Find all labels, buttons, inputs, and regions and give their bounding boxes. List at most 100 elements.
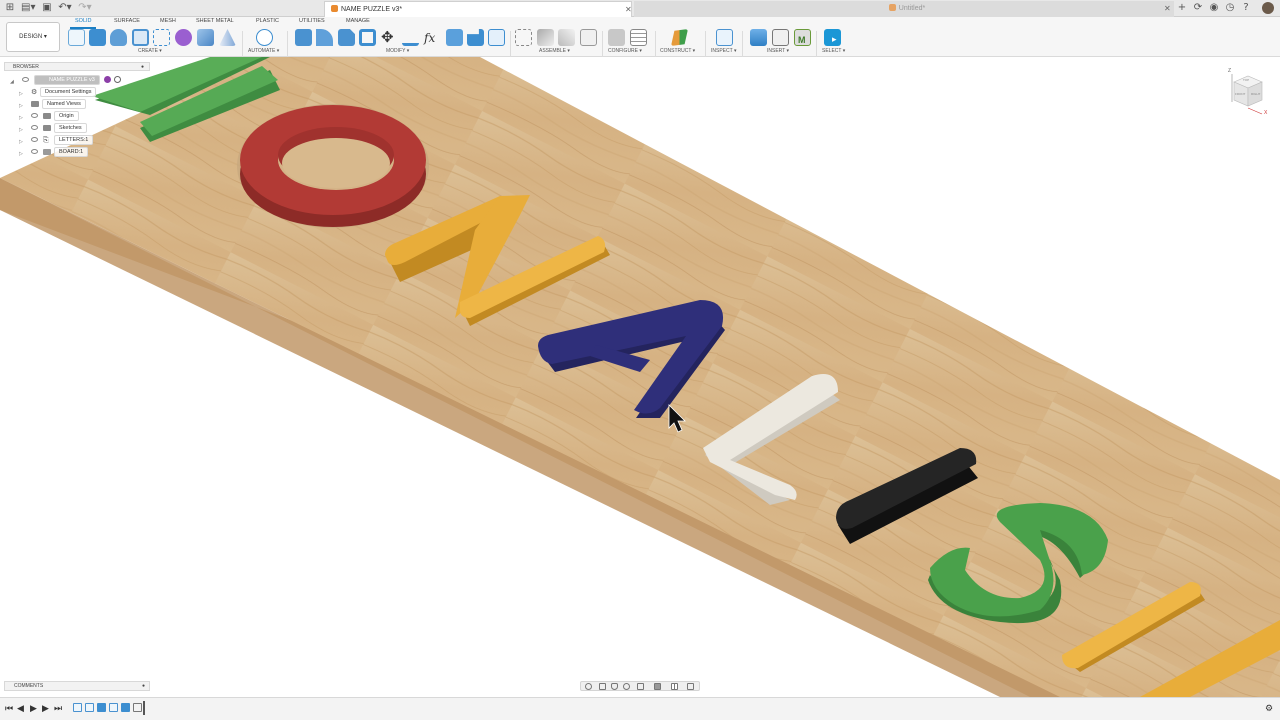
configure-icon[interactable] (608, 29, 625, 46)
comments-expand-icon[interactable]: ● (142, 682, 145, 691)
orbit-icon[interactable] (585, 683, 592, 690)
configure-group-label[interactable]: CONFIGURE ▾ (608, 48, 642, 54)
modify-group-label[interactable]: MODIFY ▾ (386, 48, 409, 54)
pan-icon[interactable] (611, 683, 618, 690)
browser-header[interactable]: BROWSER ● (4, 62, 150, 71)
model-viewport[interactable] (0, 57, 1280, 697)
insert-mcmaster-icon[interactable]: M (794, 29, 811, 46)
visibility-eye-icon[interactable] (31, 149, 38, 154)
browser-item-board[interactable]: ▷ BOARD:1 (4, 147, 150, 157)
pyramid-icon[interactable] (219, 29, 236, 46)
shell-icon[interactable] (359, 29, 376, 46)
expand-triangle-icon[interactable]: ▷ (19, 149, 23, 159)
tab-surface[interactable]: SURFACE (114, 18, 140, 24)
expand-triangle-icon[interactable]: ▷ (19, 113, 23, 123)
expand-triangle-icon[interactable]: ▷ (19, 125, 23, 135)
tab-untitled[interactable]: Untitled* ✕ (634, 1, 1174, 17)
parameters-icon[interactable]: fx (424, 29, 441, 46)
timeline-marker[interactable] (143, 701, 145, 715)
visibility-eye-icon[interactable] (22, 77, 29, 82)
go-to-start-icon[interactable]: ⏮ (5, 704, 13, 714)
tab-manage[interactable]: MANAGE (346, 18, 370, 24)
inspect-group-label[interactable]: INSPECT ▾ (711, 48, 736, 54)
tab-plastic[interactable]: PLASTIC (256, 18, 279, 24)
save-icon[interactable]: ▣ (42, 3, 52, 13)
timeline-sketch-icon[interactable] (85, 703, 94, 712)
undo-icon[interactable]: ↶▾ (58, 3, 72, 13)
browser-item-letters[interactable]: ▷ ⎘ LETTERS:1 (4, 135, 150, 145)
avatar[interactable] (1262, 2, 1274, 14)
display-settings-icon[interactable] (654, 683, 661, 690)
tab-utilities[interactable]: UTILITIES (299, 18, 325, 24)
step-forward-icon[interactable]: ▶ (42, 704, 49, 714)
align-icon[interactable] (402, 29, 419, 46)
timeline-sketch-icon[interactable] (109, 703, 118, 712)
file-menu-icon[interactable]: ▤▾ (21, 3, 35, 13)
tab-sheet-metal[interactable]: SHEET METAL (196, 18, 234, 24)
browser-item-document-settings[interactable]: ▷ ⚙ Document Settings (4, 87, 150, 97)
new-tab-icon[interactable]: + (1177, 3, 1187, 13)
viewports-icon[interactable] (687, 683, 694, 690)
revolve-icon[interactable] (110, 29, 127, 46)
joint-icon[interactable] (537, 29, 554, 46)
clock-icon[interactable]: ◷ (1225, 3, 1235, 13)
create-form-icon[interactable] (197, 29, 214, 46)
play-icon[interactable]: ▶ (30, 704, 37, 714)
new-component-icon[interactable] (515, 29, 532, 46)
letter-red-o[interactable] (237, 104, 429, 228)
automate-icon[interactable] (256, 29, 273, 46)
browser-item-sketches[interactable]: ▷ Sketches (4, 123, 150, 133)
expand-triangle-icon[interactable]: ▷ (19, 137, 23, 147)
browser-collapse-icon[interactable]: ● (141, 63, 144, 71)
sync-icon[interactable]: ⟳ (1193, 3, 1203, 13)
visibility-eye-icon[interactable] (31, 125, 38, 130)
timeline-combine-icon[interactable] (133, 703, 142, 712)
construct-group-label[interactable]: CONSTRUCT ▾ (660, 48, 695, 54)
grid-settings-icon[interactable] (671, 683, 678, 690)
insert-group-label[interactable]: INSERT ▾ (767, 48, 789, 54)
timeline-extrude-icon[interactable] (121, 703, 130, 712)
fit-icon[interactable] (637, 683, 644, 690)
move-icon[interactable]: ✥ (381, 29, 398, 46)
insert-image-icon[interactable] (750, 29, 767, 46)
create-group-label[interactable]: CREATE ▾ (138, 48, 162, 54)
collapse-triangle-icon[interactable]: ◢ (10, 77, 14, 87)
assemble-group-label[interactable]: ASSEMBLE ▾ (539, 48, 570, 54)
tab-mesh[interactable]: MESH (160, 18, 176, 24)
browser-item-origin[interactable]: ▷ Origin (4, 111, 150, 121)
joint-origin-icon[interactable] (580, 29, 597, 46)
split-body-icon[interactable] (488, 29, 505, 46)
measure-icon[interactable] (716, 29, 733, 46)
close-tab-icon[interactable]: ✕ (1164, 1, 1171, 17)
timeline-extrude-icon[interactable] (97, 703, 106, 712)
select-icon[interactable]: ▸ (824, 29, 841, 46)
create-sketch-icon[interactable] (68, 29, 85, 46)
rectangular-pattern-icon[interactable] (153, 29, 170, 46)
close-tab-icon[interactable]: ✕ (625, 2, 632, 18)
timeline-sketch-icon[interactable] (73, 703, 82, 712)
timeline-settings-icon[interactable]: ⚙ (1265, 704, 1273, 714)
configuration-table-icon[interactable] (630, 29, 647, 46)
go-to-end-icon[interactable]: ⏭ (54, 704, 62, 714)
form-icon[interactable] (175, 29, 192, 46)
step-back-icon[interactable]: ◀ (17, 704, 24, 714)
radio-active-icon[interactable] (114, 76, 121, 83)
chamfer-icon[interactable] (338, 29, 355, 46)
tab-solid[interactable]: SOLID (75, 18, 92, 24)
zoom-icon[interactable] (623, 683, 630, 690)
offset-plane-icon[interactable] (671, 29, 688, 46)
fillet-icon[interactable] (316, 29, 333, 46)
extrude-icon[interactable] (89, 29, 106, 46)
expand-triangle-icon[interactable]: ▷ (19, 89, 23, 99)
insert-derive-icon[interactable] (772, 29, 789, 46)
comments-panel[interactable]: COMMENTS ● (4, 681, 150, 691)
browser-item-named-views[interactable]: ▷ Named Views (4, 99, 150, 109)
tab-name-puzzle[interactable]: NAME PUZZLE v3* ✕ (324, 1, 632, 17)
notifications-icon[interactable]: ? (1241, 3, 1251, 13)
app-grid-icon[interactable]: ⊞ (5, 3, 15, 13)
hole-icon[interactable] (132, 29, 149, 46)
visibility-eye-icon[interactable] (31, 137, 38, 142)
look-at-icon[interactable] (599, 683, 606, 690)
viewcube[interactable]: TOP FRONT RIGHT Z X (1224, 68, 1270, 118)
visibility-eye-icon[interactable] (31, 113, 38, 118)
